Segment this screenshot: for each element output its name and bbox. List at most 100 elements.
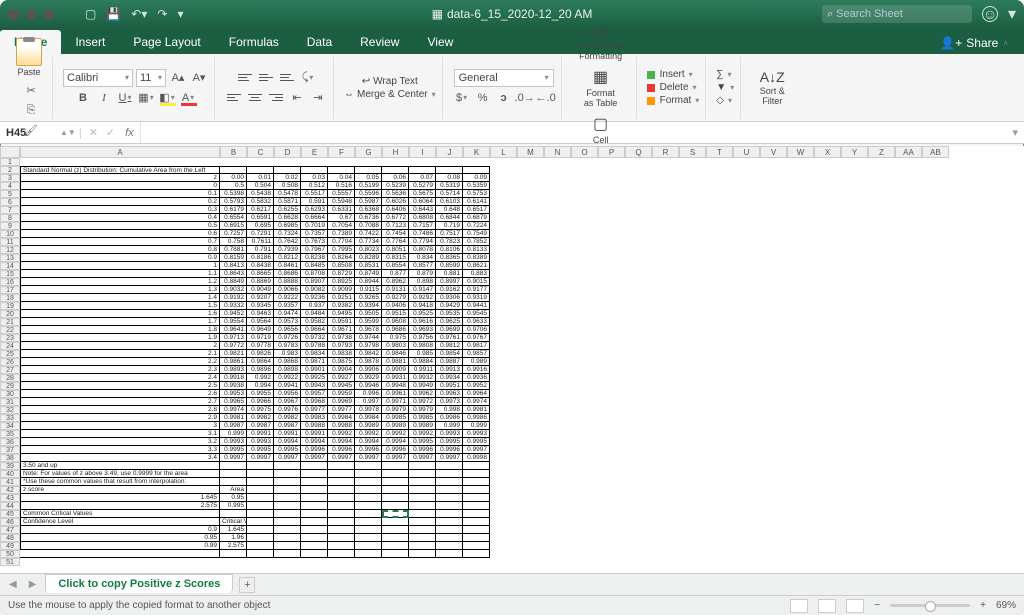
col-header[interactable]: I (409, 146, 436, 158)
cell[interactable] (409, 534, 436, 542)
cell[interactable]: 0.8907 (301, 278, 328, 286)
cell[interactable] (463, 518, 490, 526)
cell[interactable]: 0.6808 (409, 214, 436, 222)
cell[interactable]: 0.9236 (301, 294, 328, 302)
col-header[interactable]: F (328, 146, 355, 158)
cell[interactable]: Area (220, 486, 247, 494)
cell[interactable]: 0.9981 (220, 414, 247, 422)
cell[interactable]: 0.8289 (355, 254, 382, 262)
row-header[interactable]: 49 (0, 542, 20, 550)
cell[interactable]: 0.9633 (463, 318, 490, 326)
cell[interactable]: 0.9582 (301, 318, 328, 326)
decrease-indent-icon[interactable]: ⇤ (288, 89, 306, 107)
row-header[interactable]: 18 (0, 294, 20, 302)
row-header[interactable]: 17 (0, 286, 20, 294)
cell[interactable]: 0.9893 (220, 366, 247, 374)
cell[interactable] (409, 478, 436, 486)
cell[interactable] (463, 534, 490, 542)
cell[interactable]: 0.9994 (355, 438, 382, 446)
cell[interactable] (409, 550, 436, 558)
cell[interactable]: 0.9808 (409, 342, 436, 350)
cell[interactable]: 0.7794 (409, 238, 436, 246)
cell[interactable]: 0.994 (247, 382, 274, 390)
row-header[interactable]: 41 (0, 478, 20, 486)
cell[interactable] (301, 502, 328, 510)
cell[interactable]: 0.9984 (355, 414, 382, 422)
cell[interactable] (463, 526, 490, 534)
cell[interactable]: 0.04 (328, 174, 355, 182)
row-header[interactable]: 22 (0, 326, 20, 334)
cell[interactable]: 0.999 (436, 422, 463, 430)
tab-review[interactable]: Review (346, 30, 413, 54)
cell[interactable] (274, 166, 301, 174)
cell[interactable]: 0.9788 (301, 342, 328, 350)
row-header[interactable]: 11 (0, 238, 20, 246)
cell[interactable] (436, 518, 463, 526)
cell[interactable]: 0.8106 (436, 246, 463, 254)
cell[interactable]: 0.7054 (328, 222, 355, 230)
cell[interactable]: 0.9925 (301, 374, 328, 382)
cell[interactable]: 0.997 (355, 398, 382, 406)
row-header[interactable]: 44 (0, 502, 20, 510)
cell[interactable] (247, 478, 274, 486)
cell[interactable]: 0.5636 (382, 190, 409, 198)
cell[interactable]: 0.9979 (409, 406, 436, 414)
cell[interactable]: 0.8023 (355, 246, 382, 254)
undo-icon[interactable]: ↶▾ (131, 7, 147, 21)
cell[interactable]: 0.9987 (274, 422, 301, 430)
align-center-icon[interactable] (246, 91, 264, 105)
cell[interactable]: 0.5557 (328, 190, 355, 198)
cell[interactable] (436, 486, 463, 494)
cell[interactable]: Critical Value (220, 518, 247, 526)
cell[interactable]: 0.7611 (247, 238, 274, 246)
search-input[interactable]: ⌕ Search Sheet (822, 5, 972, 23)
cell[interactable]: 3.50 and up (20, 462, 220, 470)
increase-font-icon[interactable]: A▴ (169, 69, 187, 87)
row-header[interactable]: 31 (0, 398, 20, 406)
cell[interactable] (436, 502, 463, 510)
cell[interactable] (355, 542, 382, 550)
cell[interactable]: 0.8643 (220, 270, 247, 278)
cell[interactable] (301, 478, 328, 486)
cell[interactable]: 0.6103 (436, 198, 463, 206)
cell[interactable]: 0.9616 (409, 318, 436, 326)
cell[interactable]: 0.9842 (355, 350, 382, 358)
cell[interactable]: 0.9949 (409, 382, 436, 390)
cell[interactable]: 0.9982 (247, 414, 274, 422)
cell[interactable]: 0.7881 (220, 246, 247, 254)
cell[interactable]: 0.7939 (274, 246, 301, 254)
cell[interactable] (355, 550, 382, 558)
cell[interactable]: 0.995 (220, 502, 247, 510)
cell[interactable]: 0.9987 (247, 422, 274, 430)
cell[interactable] (274, 526, 301, 534)
cell[interactable]: 1.7 (20, 318, 220, 326)
cell[interactable]: 0.7704 (328, 238, 355, 246)
cell[interactable]: 0.9887 (436, 358, 463, 366)
cell[interactable]: 0.6591 (247, 214, 274, 222)
cancel-formula-icon[interactable]: ✕ (85, 126, 102, 139)
cell[interactable]: 0.9932 (409, 374, 436, 382)
cell[interactable] (463, 486, 490, 494)
cell[interactable]: 0.9995 (274, 446, 301, 454)
cell[interactable]: 0.8729 (328, 270, 355, 278)
row-header[interactable]: 42 (0, 486, 20, 494)
cell[interactable]: 0.6293 (301, 206, 328, 214)
cell[interactable]: 0.9826 (247, 350, 274, 358)
cell[interactable] (274, 494, 301, 502)
cell[interactable] (328, 502, 355, 510)
cell[interactable] (301, 166, 328, 174)
cell[interactable]: 0.7642 (274, 238, 301, 246)
font-color-button[interactable]: A▾ (179, 89, 197, 107)
cell[interactable]: 0.9995 (247, 446, 274, 454)
cell[interactable]: 0.2 (20, 198, 220, 206)
cell[interactable]: 0.9979 (382, 406, 409, 414)
cell[interactable]: 0.9719 (247, 334, 274, 342)
cell[interactable]: 0.834 (409, 254, 436, 262)
cell[interactable]: 0.9988 (301, 422, 328, 430)
cell[interactable]: 0.877 (382, 270, 409, 278)
cell[interactable]: 0.9838 (328, 350, 355, 358)
cell[interactable]: 0.992 (247, 374, 274, 382)
decrease-decimal-icon[interactable]: ←.0 (537, 89, 555, 107)
cell[interactable]: 1.3 (20, 286, 220, 294)
font-name-select[interactable]: Calibri▾ (63, 69, 133, 87)
